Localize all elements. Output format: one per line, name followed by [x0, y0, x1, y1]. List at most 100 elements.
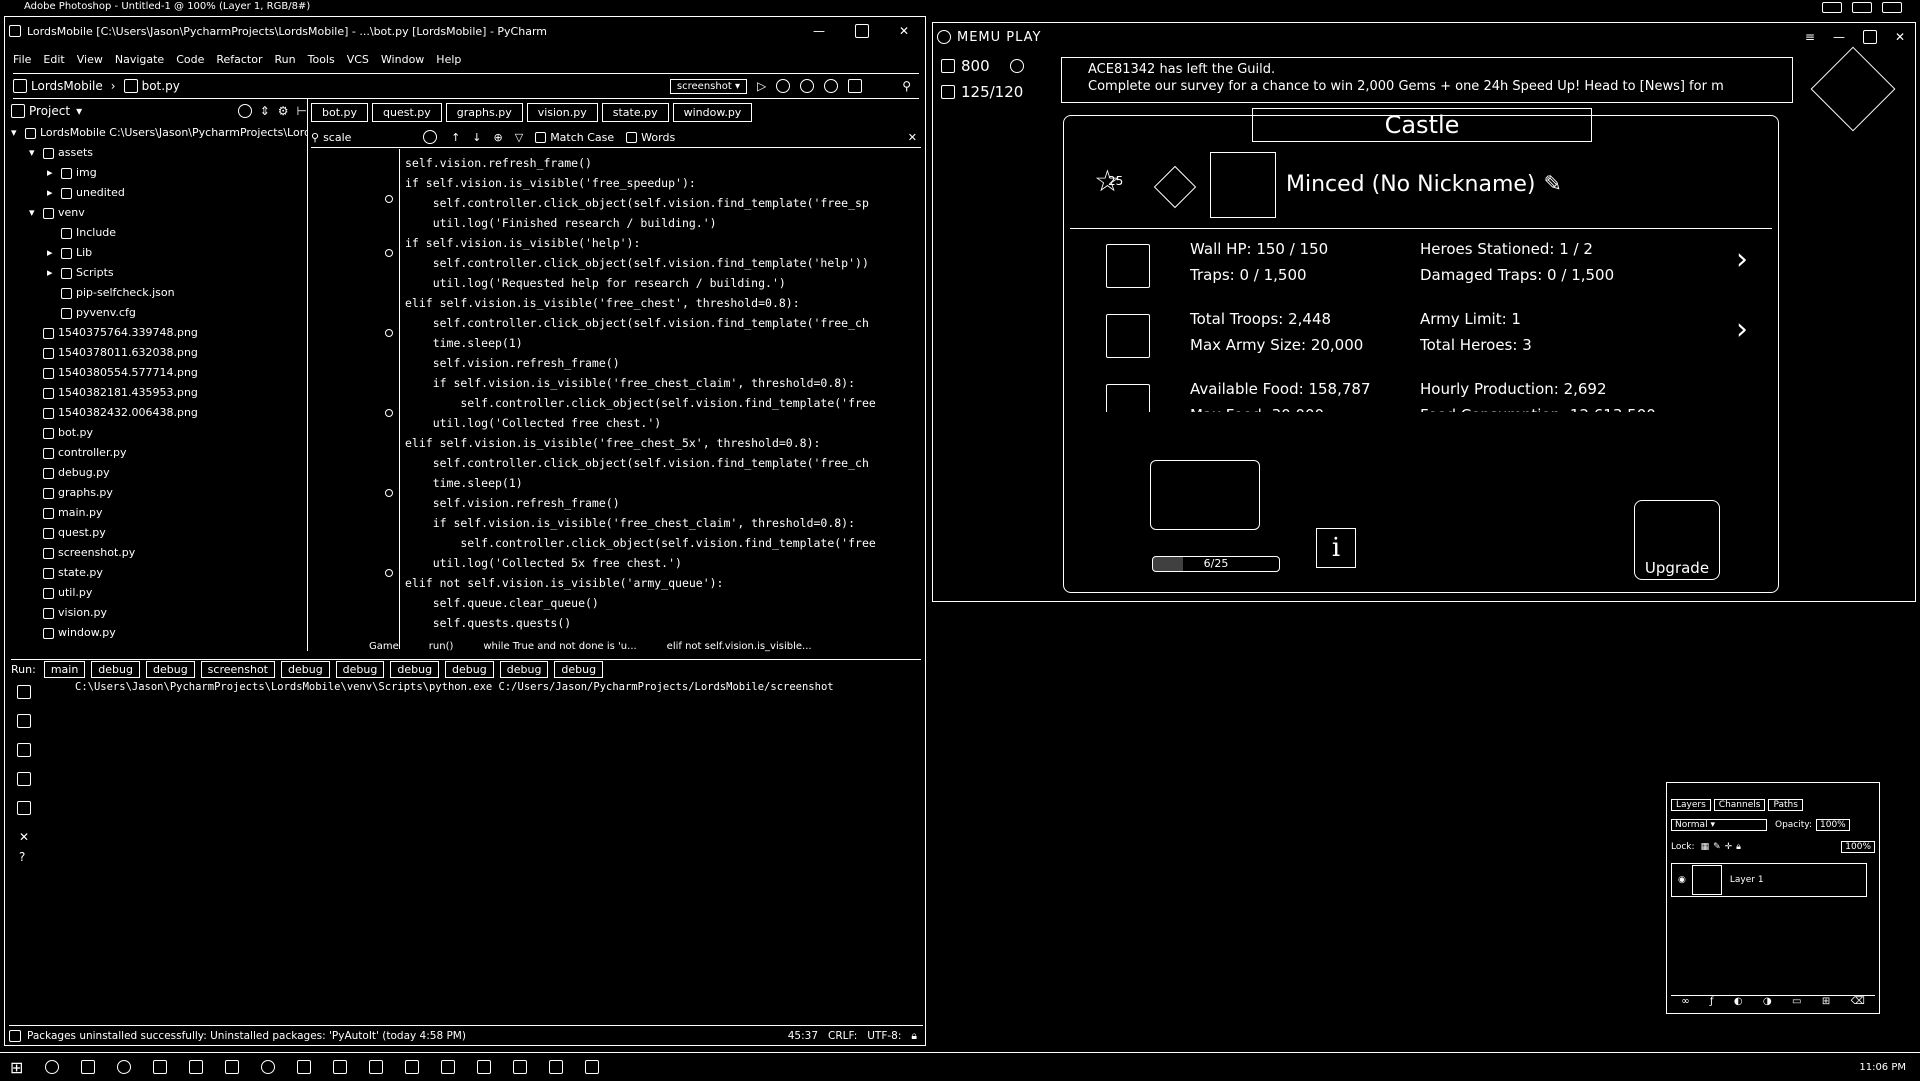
minimize-icon[interactable]: — [1833, 30, 1845, 44]
tab-graphs-py[interactable]: graphs.py [445, 102, 523, 122]
line-separator[interactable]: CRLF: [828, 1030, 857, 1042]
run-tab[interactable]: debug [554, 660, 604, 678]
menu-icon[interactable]: ≡ [1805, 30, 1815, 44]
breadcrumb-item[interactable]: while True and not done is 'u... [483, 641, 636, 652]
run-tab[interactable]: debug [499, 660, 549, 678]
tree-item[interactable]: Include [11, 223, 307, 243]
tree-item[interactable]: ▸ unedited [11, 183, 307, 203]
breadcrumb-item[interactable]: run() [429, 641, 454, 652]
search-icon[interactable]: ⚲ [902, 79, 911, 93]
clear-search-icon[interactable] [423, 130, 438, 144]
tab-quest-py[interactable]: quest.py [372, 102, 442, 122]
tree-item[interactable]: quest.py [11, 523, 307, 543]
menu-item-tools[interactable]: Tools [308, 53, 335, 66]
avatar[interactable] [1210, 152, 1276, 218]
app-icon[interactable] [333, 1060, 348, 1074]
app-icon[interactable] [585, 1060, 600, 1074]
tree-item[interactable]: ▾ assets [11, 143, 307, 163]
lock-all-icon[interactable]: 🔒︎ [1736, 842, 1741, 852]
menu-item-window[interactable]: Window [381, 53, 424, 66]
minimize-icon[interactable] [1822, 2, 1842, 13]
menu-item-refactor[interactable]: Refactor [216, 53, 262, 66]
start-icon[interactable]: ⊞ [10, 1058, 23, 1077]
app-icon[interactable] [477, 1060, 492, 1074]
store-icon[interactable] [189, 1060, 204, 1074]
close-icon[interactable]: ✕ [1895, 30, 1905, 44]
chevron-icon[interactable]: ▾ [29, 203, 43, 223]
run-tab[interactable]: debug [445, 660, 494, 678]
code-editor[interactable]: self.vision.refresh_frame() if self.visio… [405, 153, 921, 649]
menu-item-run[interactable]: Run [275, 53, 296, 66]
edge-icon[interactable] [117, 1060, 132, 1074]
tree-item[interactable]: 1540378011.632038.png [11, 343, 307, 363]
rerun-icon[interactable] [17, 685, 31, 699]
tree-item[interactable]: vision.py [11, 603, 307, 623]
debug-icon[interactable] [776, 79, 791, 93]
add-icon[interactable] [1009, 59, 1024, 73]
run-tab[interactable]: debug [335, 660, 385, 678]
info-button[interactable]: i [1316, 528, 1356, 568]
run-tab[interactable]: debug [91, 660, 140, 678]
tab-state-py[interactable]: state.py [601, 102, 669, 122]
project-label[interactable]: Project [29, 104, 70, 118]
tree-item[interactable]: window.py [11, 623, 307, 643]
tab-paths[interactable]: Paths [1768, 799, 1803, 811]
link-icon[interactable]: ∞ [1681, 996, 1689, 1007]
chevron-icon[interactable]: ▸ [47, 183, 61, 203]
mask-icon[interactable]: ◐ [1734, 996, 1743, 1007]
vcs-icon[interactable] [848, 79, 863, 93]
match-case-checkbox[interactable] [535, 131, 547, 143]
app-icon[interactable] [225, 1060, 240, 1074]
menu-item-code[interactable]: Code [176, 53, 204, 66]
edit-icon[interactable]: ✎ [1544, 172, 1562, 197]
tree-item[interactable]: 1540380554.577714.png [11, 363, 307, 383]
gear-icon[interactable]: ⚙ [278, 104, 289, 118]
chevron-icon[interactable]: ▸ [47, 243, 61, 263]
search-icon[interactable] [45, 1060, 60, 1074]
stop-icon[interactable] [17, 714, 31, 728]
pin-icon[interactable] [17, 801, 31, 815]
close-icon[interactable] [1882, 2, 1902, 13]
tree-item[interactable]: pip-selfcheck.json [11, 283, 307, 303]
pause-icon[interactable] [17, 743, 31, 757]
chevron-icon[interactable]: ▾ [11, 123, 25, 143]
app-icon[interactable] [405, 1060, 420, 1074]
tree-item[interactable]: screenshot.py [11, 543, 307, 563]
tree-item[interactable]: state.py [11, 563, 307, 583]
chevron-down-icon[interactable]: ▾ [76, 104, 82, 118]
chevron-icon[interactable]: ▾ [29, 143, 43, 163]
collapse-icon[interactable]: ⇕ [260, 104, 270, 118]
chevron-right-icon[interactable]: › [1736, 312, 1748, 347]
words-checkbox[interactable] [626, 131, 638, 143]
tree-item[interactable]: ▸ img [11, 163, 307, 183]
chevron-icon[interactable]: ▸ [47, 263, 61, 283]
app-icon[interactable] [513, 1060, 528, 1074]
run-tab[interactable]: screenshot [200, 660, 275, 678]
tab-bot-py[interactable]: bot.py [311, 102, 369, 122]
menu-item-edit[interactable]: Edit [43, 53, 64, 66]
delete-icon[interactable]: ⌫ [1851, 996, 1865, 1007]
pycharm-taskbar-icon[interactable] [441, 1060, 456, 1074]
run-tab[interactable]: debug [145, 660, 195, 678]
chat-box[interactable]: ACE81342 has left the Guild. Complete ou… [1061, 57, 1793, 103]
filter-icon[interactable]: ▽ [515, 131, 523, 144]
coverage-icon[interactable] [800, 79, 815, 93]
breadcrumb-item[interactable]: elif not self.vision.is_visible... [667, 641, 812, 652]
camera-icon[interactable] [17, 772, 31, 786]
chevron-right-icon[interactable]: › [1736, 242, 1748, 277]
task-view-icon[interactable] [81, 1060, 96, 1074]
close-icon[interactable]: ✕ [899, 24, 909, 38]
status-icon[interactable] [9, 1030, 21, 1042]
breadcrumb-project[interactable]: LordsMobile [31, 79, 103, 93]
tree-item[interactable]: util.py [11, 583, 307, 603]
chevron-icon[interactable]: ▸ [47, 163, 61, 183]
adjustment-icon[interactable]: ◑ [1763, 996, 1772, 1007]
lock-icon[interactable]: 🔒︎ [911, 1030, 917, 1043]
menu-item-vcs[interactable]: VCS [347, 53, 369, 66]
close-find-icon[interactable]: ✕ [908, 131, 917, 144]
app-icon[interactable] [549, 1060, 564, 1074]
tab-vision-py[interactable]: vision.py [526, 102, 598, 122]
run-tab[interactable]: debug [280, 660, 330, 678]
tab-window-py[interactable]: window.py [672, 102, 753, 122]
layer-row[interactable]: ◉ Layer 1 [1671, 863, 1867, 897]
